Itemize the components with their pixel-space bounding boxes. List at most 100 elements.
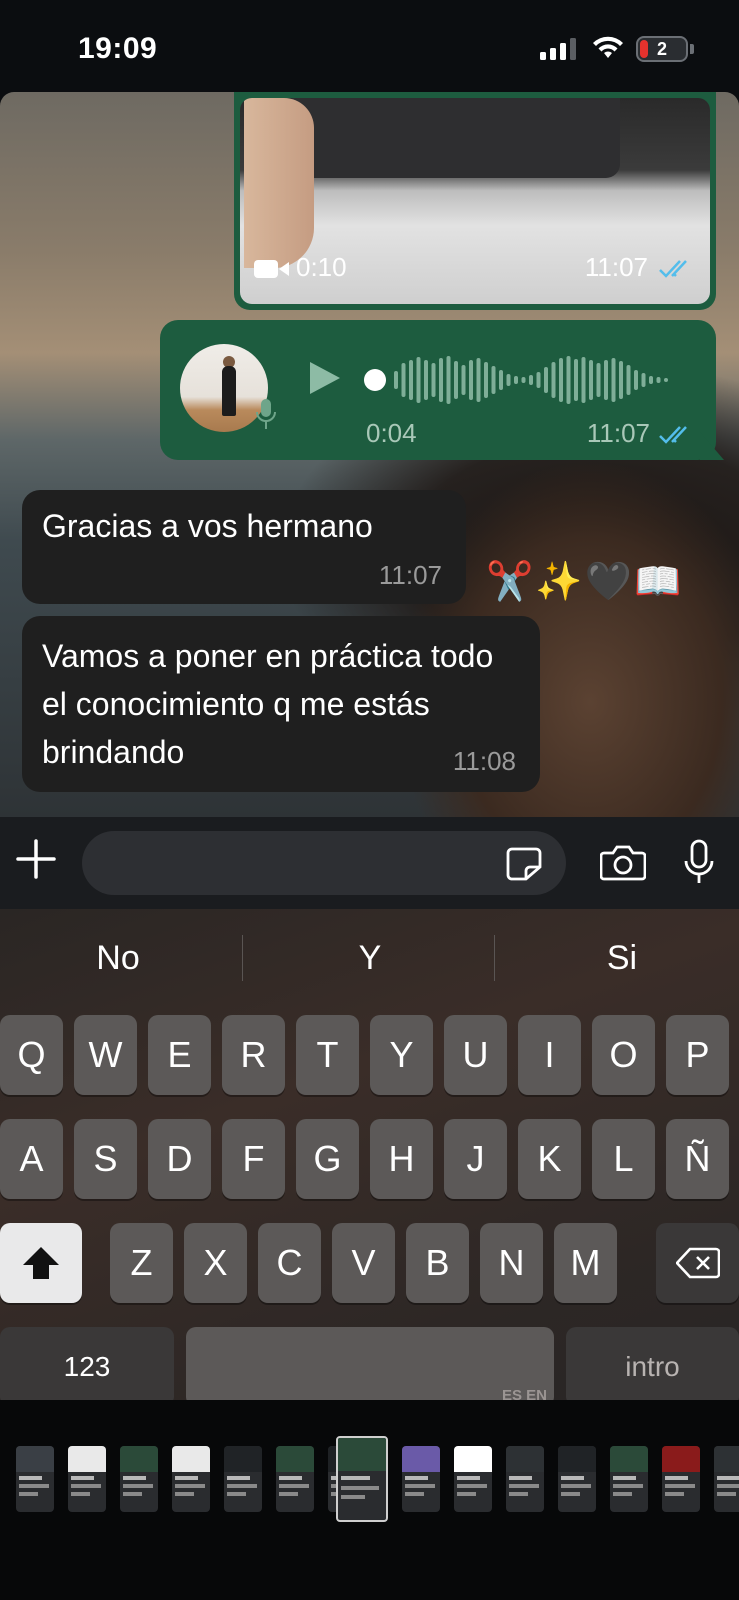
waveform-bar bbox=[634, 370, 638, 390]
selected-thumbnail[interactable] bbox=[336, 1436, 388, 1522]
shift-key[interactable] bbox=[0, 1223, 82, 1303]
key-y[interactable]: Y bbox=[370, 1015, 433, 1095]
video-thumbnail[interactable]: 0:10 11:07 bbox=[240, 98, 710, 304]
voice-waveform[interactable] bbox=[394, 350, 674, 410]
key-e[interactable]: E bbox=[148, 1015, 211, 1095]
microphone-icon[interactable] bbox=[684, 839, 714, 885]
key-x[interactable]: X bbox=[184, 1223, 247, 1303]
key-i[interactable]: I bbox=[518, 1015, 581, 1095]
key-k[interactable]: K bbox=[518, 1119, 581, 1199]
thumbnail[interactable] bbox=[16, 1446, 54, 1512]
divider bbox=[494, 935, 495, 981]
key-l[interactable]: L bbox=[592, 1119, 655, 1199]
voice-message[interactable]: 0:04 11:07 bbox=[160, 320, 716, 460]
chat-area[interactable]: 0:10 11:07 0:04 11:07 Gracias a vos herm… bbox=[0, 92, 739, 817]
status-time: 19:09 bbox=[78, 32, 158, 65]
play-icon[interactable] bbox=[308, 360, 342, 396]
message-text: Gracias a vos hermano bbox=[42, 508, 373, 544]
key-m[interactable]: M bbox=[554, 1223, 617, 1303]
waveform-bar bbox=[506, 374, 511, 386]
message-input[interactable] bbox=[82, 831, 566, 895]
thumbnail[interactable] bbox=[454, 1446, 492, 1512]
thumbnail[interactable] bbox=[662, 1446, 700, 1512]
thumbnail[interactable] bbox=[506, 1446, 544, 1512]
key-a[interactable]: A bbox=[0, 1119, 63, 1199]
battery-icon: 2 bbox=[636, 36, 688, 62]
waveform-bar bbox=[551, 362, 556, 398]
key-h[interactable]: H bbox=[370, 1119, 433, 1199]
thumbnail[interactable] bbox=[610, 1446, 648, 1512]
wifi-icon bbox=[593, 36, 623, 58]
waveform-bar bbox=[469, 360, 473, 400]
suggestion-3[interactable]: Si bbox=[544, 939, 700, 978]
key-r[interactable]: R bbox=[222, 1015, 285, 1095]
shift-arrow-icon bbox=[23, 1247, 59, 1279]
message-text: Vamos a poner en práctica todo el conoci… bbox=[42, 638, 494, 770]
key-t[interactable]: T bbox=[296, 1015, 359, 1095]
waveform-bar bbox=[394, 371, 398, 389]
voice-timestamp: 11:07 bbox=[586, 418, 650, 448]
thumbnail[interactable] bbox=[224, 1446, 262, 1512]
thumbnail[interactable] bbox=[68, 1446, 106, 1512]
status-bar: 19:09 2 bbox=[0, 0, 739, 92]
thumbnail[interactable] bbox=[120, 1446, 158, 1512]
key-u[interactable]: U bbox=[444, 1015, 507, 1095]
key-p[interactable]: P bbox=[666, 1015, 729, 1095]
video-message[interactable]: 0:10 11:07 bbox=[234, 92, 716, 310]
key-g[interactable]: G bbox=[296, 1119, 359, 1199]
waveform-bar bbox=[431, 363, 436, 397]
thumbnail[interactable] bbox=[172, 1446, 210, 1512]
waveform-bar bbox=[544, 367, 548, 393]
waveform-bar bbox=[529, 375, 533, 385]
playback-position-dot[interactable] bbox=[364, 369, 386, 391]
key-ñ[interactable]: Ñ bbox=[666, 1119, 729, 1199]
key-w[interactable]: W bbox=[74, 1015, 137, 1095]
key-j[interactable]: J bbox=[444, 1119, 507, 1199]
key-d[interactable]: D bbox=[148, 1119, 211, 1199]
message-composer bbox=[0, 817, 739, 909]
waveform-bar bbox=[484, 362, 488, 398]
waveform-bar bbox=[461, 365, 466, 395]
suggestion-1[interactable]: No bbox=[40, 939, 196, 978]
key-s[interactable]: S bbox=[74, 1119, 137, 1199]
waveform-bar bbox=[454, 361, 458, 399]
key-v[interactable]: V bbox=[332, 1223, 395, 1303]
screenshot-thumbnail-strip[interactable] bbox=[0, 1400, 739, 1600]
waveform-bar bbox=[491, 366, 496, 394]
key-z[interactable]: Z bbox=[110, 1223, 173, 1303]
waveform-bar bbox=[619, 361, 623, 399]
space-key[interactable] bbox=[186, 1327, 554, 1407]
video-camera-icon bbox=[254, 260, 289, 278]
video-timestamp: 11:07 bbox=[584, 252, 648, 282]
thumbnail[interactable] bbox=[558, 1446, 596, 1512]
incoming-message[interactable]: Gracias a vos hermano 11:07 bbox=[22, 490, 466, 604]
waveform-bar bbox=[664, 378, 668, 382]
waveform-bar bbox=[641, 373, 646, 387]
camera-icon[interactable] bbox=[600, 843, 646, 881]
backspace-key[interactable] bbox=[656, 1223, 739, 1303]
battery-level: 2 bbox=[656, 39, 667, 59]
plus-icon[interactable] bbox=[16, 839, 56, 879]
thumbnail[interactable] bbox=[714, 1446, 739, 1512]
key-q[interactable]: Q bbox=[0, 1015, 63, 1095]
waveform-bar bbox=[589, 360, 593, 400]
key-n[interactable]: N bbox=[480, 1223, 543, 1303]
microphone-icon bbox=[256, 399, 276, 429]
read-ticks-icon bbox=[659, 260, 687, 278]
suggestion-2[interactable]: Y bbox=[292, 939, 448, 978]
message-timestamp: 11:08 bbox=[452, 746, 516, 776]
battery-cap bbox=[690, 44, 694, 54]
sticker-icon[interactable] bbox=[506, 847, 542, 881]
incoming-message[interactable]: Vamos a poner en práctica todo el conoci… bbox=[22, 616, 540, 792]
voice-sender-avatar bbox=[180, 344, 268, 432]
key-o[interactable]: O bbox=[592, 1015, 655, 1095]
numbers-key[interactable]: 123 bbox=[0, 1327, 174, 1407]
return-key[interactable]: intro bbox=[566, 1327, 739, 1407]
key-c[interactable]: C bbox=[258, 1223, 321, 1303]
waveform-bar bbox=[559, 358, 563, 402]
key-f[interactable]: F bbox=[222, 1119, 285, 1199]
video-object bbox=[280, 98, 620, 178]
key-b[interactable]: B bbox=[406, 1223, 469, 1303]
thumbnail[interactable] bbox=[276, 1446, 314, 1512]
thumbnail[interactable] bbox=[402, 1446, 440, 1512]
